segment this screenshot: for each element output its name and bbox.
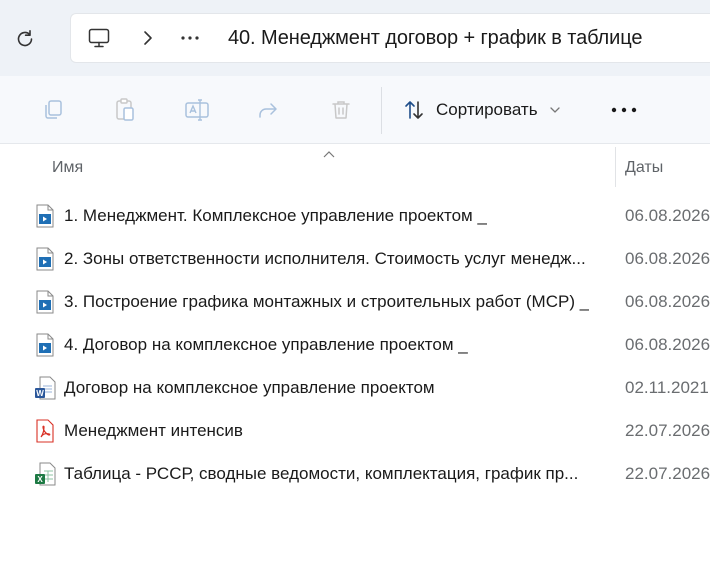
refresh-icon: [17, 30, 33, 47]
breadcrumb-current-folder[interactable]: 40. Менеджмент договор + график в таблиц…: [228, 27, 642, 50]
pdf-file-icon: [34, 419, 56, 443]
file-date: 06.08.2026: [625, 335, 710, 354]
more-horizontal-icon: [181, 36, 199, 40]
file-date: 06.08.2026: [625, 249, 710, 268]
copy-button[interactable]: [39, 96, 67, 124]
svg-text:W: W: [36, 389, 44, 398]
this-pc-icon[interactable]: [87, 26, 111, 55]
share-icon: [259, 103, 277, 118]
refresh-button[interactable]: [10, 24, 40, 54]
word-document-icon: W: [34, 376, 56, 400]
toolbar-separator: [381, 87, 382, 134]
paste-button[interactable]: [111, 96, 139, 124]
rename-icon: [185, 99, 209, 121]
file-row[interactable]: Менеджмент интенсив 22.07.2026: [0, 409, 710, 452]
file-name[interactable]: 3. Построение графика монтажных и строит…: [64, 292, 589, 312]
copy-icon: [45, 100, 62, 119]
breadcrumb-overflow-button[interactable]: [179, 28, 201, 53]
more-horizontal-icon: [611, 107, 637, 113]
file-row[interactable]: 4. Договор на комплексное управление про…: [0, 323, 710, 366]
file-date: 22.07.2026: [625, 421, 710, 440]
video-file-icon: [34, 204, 56, 228]
sort-label: Сортировать: [436, 100, 538, 119]
file-row[interactable]: X Таблица - РССР, сводные ведомости, комп…: [0, 452, 710, 495]
breadcrumb-chevron-icon[interactable]: [141, 29, 155, 52]
trash-icon: [332, 101, 350, 119]
svg-text:X: X: [37, 475, 43, 484]
file-row[interactable]: W Договор на комплексное управление проек…: [0, 366, 710, 409]
column-date-header[interactable]: Даты: [625, 159, 663, 177]
sort-icon: [405, 101, 423, 119]
delete-button[interactable]: [327, 96, 355, 124]
command-bar: Сортировать: [0, 76, 710, 144]
column-name-header[interactable]: Имя: [52, 159, 83, 177]
chevron-down-icon: [549, 107, 560, 113]
file-name[interactable]: 1. Менеджмент. Комплексное управление пр…: [64, 206, 487, 226]
video-file-icon: [34, 247, 56, 271]
paste-icon: [116, 98, 134, 121]
file-row[interactable]: 2. Зоны ответственности исполнителя. Сто…: [0, 237, 710, 280]
sort-button[interactable]: Сортировать: [402, 94, 560, 126]
column-resize-handle[interactable]: [615, 147, 616, 187]
file-name[interactable]: Менеджмент интенсив: [64, 421, 243, 441]
video-file-icon: [34, 290, 56, 314]
file-name[interactable]: 2. Зоны ответственности исполнителя. Сто…: [64, 249, 586, 269]
file-list: 1. Менеджмент. Комплексное управление пр…: [0, 194, 710, 495]
file-date: 06.08.2026: [625, 206, 710, 225]
file-row[interactable]: 1. Менеджмент. Комплексное управление пр…: [0, 194, 710, 237]
video-file-icon: [34, 333, 56, 357]
see-more-button[interactable]: [606, 96, 642, 124]
file-name[interactable]: Договор на комплексное управление проект…: [64, 378, 435, 398]
address-bar[interactable]: 40. Менеджмент договор + график в таблиц…: [70, 13, 710, 63]
column-header: Имя Даты: [0, 145, 710, 187]
file-name[interactable]: 4. Договор на комплексное управление про…: [64, 335, 468, 355]
excel-file-icon: X: [34, 462, 56, 486]
rename-button[interactable]: [183, 96, 211, 124]
sort-ascending-indicator-icon: [323, 145, 335, 163]
address-bar-area: 40. Менеджмент договор + график в таблиц…: [0, 0, 710, 76]
file-date: 22.07.2026: [625, 464, 710, 483]
share-button[interactable]: [255, 96, 283, 124]
file-date: 06.08.2026: [625, 292, 710, 311]
file-row[interactable]: 3. Построение графика монтажных и строит…: [0, 280, 710, 323]
file-date: 02.11.2021: [625, 378, 709, 397]
file-name[interactable]: Таблица - РССР, сводные ведомости, компл…: [64, 464, 578, 484]
